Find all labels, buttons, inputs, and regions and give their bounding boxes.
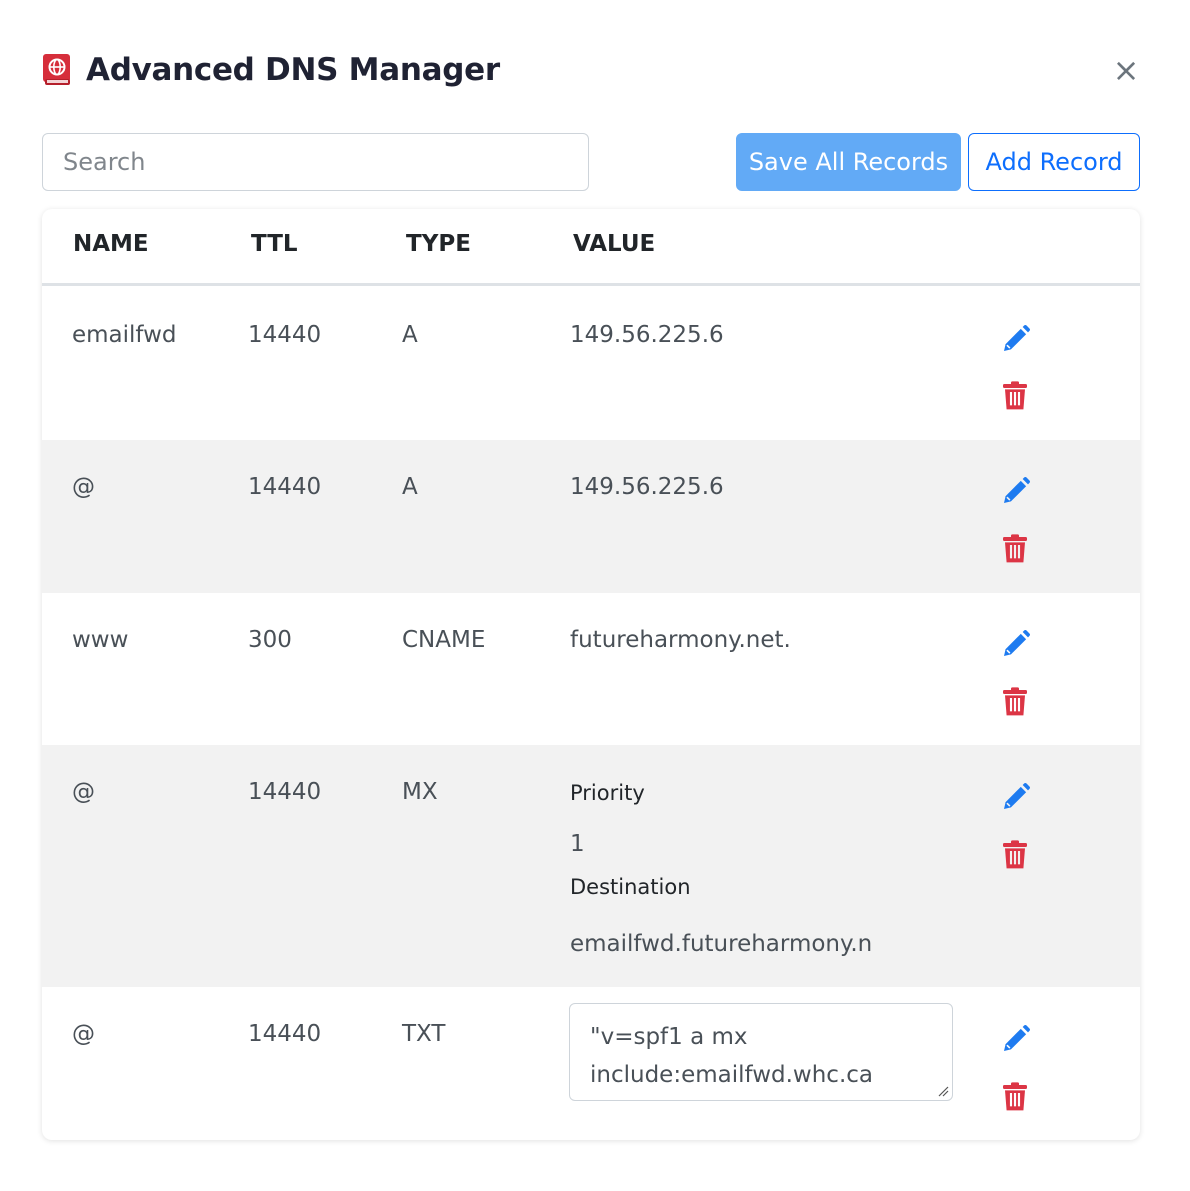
trash-icon[interactable] — [999, 1081, 1031, 1113]
pencil-icon[interactable] — [1000, 475, 1032, 507]
record-name: www — [72, 627, 129, 653]
txt-value-text: "v=spf1 a mx include:emailfwd.whc.ca ~al… — [590, 1024, 874, 1088]
record-type: A — [402, 474, 418, 500]
pencil-icon[interactable] — [1000, 1023, 1032, 1055]
record-value: 149.56.225.6 — [570, 322, 724, 348]
txt-value-textarea[interactable]: "v=spf1 a mx include:emailfwd.whc.ca ~al… — [569, 1003, 953, 1101]
trash-icon[interactable] — [999, 533, 1031, 565]
column-header-value: VALUE — [573, 231, 656, 257]
resize-grip-icon[interactable] — [937, 1085, 949, 1097]
column-header-type: TYPE — [406, 231, 471, 257]
search-input[interactable] — [42, 133, 589, 191]
trash-icon[interactable] — [999, 380, 1031, 412]
record-value: futureharmony.net. — [570, 627, 791, 653]
table-row: @ 14440 MX Priority 1 Destination emailf… — [42, 745, 1140, 987]
record-ttl: 300 — [248, 627, 292, 653]
record-name: emailfwd — [72, 322, 177, 348]
pencil-icon[interactable] — [1000, 323, 1032, 355]
trash-icon[interactable] — [999, 686, 1031, 718]
record-type: CNAME — [402, 627, 486, 653]
record-name: @ — [72, 779, 95, 805]
table-row: www 300 CNAME futureharmony.net. — [42, 593, 1140, 745]
pencil-icon[interactable] — [1000, 628, 1032, 660]
record-ttl: 14440 — [248, 779, 322, 805]
modal-header: Advanced DNS Manager — [42, 46, 500, 94]
table-header: NAME TTL TYPE VALUE — [42, 209, 1140, 286]
priority-value: 1 — [570, 831, 585, 857]
pencil-icon[interactable] — [1000, 781, 1032, 813]
record-value: 149.56.225.6 — [570, 474, 724, 500]
record-type: A — [402, 322, 418, 348]
column-header-ttl: TTL — [251, 231, 298, 257]
column-header-name: NAME — [73, 231, 149, 257]
table-row: emailfwd 14440 A 149.56.225.6 — [42, 288, 1140, 440]
table-row: @ 14440 TXT "v=spf1 a mx include:emailfw… — [42, 987, 1140, 1140]
record-name: @ — [72, 474, 95, 500]
record-name: @ — [72, 1021, 95, 1047]
page-title: Advanced DNS Manager — [86, 52, 500, 88]
record-type: TXT — [402, 1021, 446, 1047]
dns-records-table: NAME TTL TYPE VALUE emailfwd 14440 A 149… — [42, 209, 1140, 1140]
close-icon[interactable]: × — [1110, 52, 1142, 88]
record-ttl: 14440 — [248, 1021, 322, 1047]
priority-label: Priority — [570, 781, 645, 805]
save-all-records-button[interactable]: Save All Records — [736, 133, 961, 191]
add-record-button[interactable]: Add Record — [968, 133, 1140, 191]
destination-label: Destination — [570, 875, 691, 899]
table-row: @ 14440 A 149.56.225.6 — [42, 440, 1140, 593]
trash-icon[interactable] — [999, 839, 1031, 871]
record-type: MX — [402, 779, 438, 805]
dns-manager-modal: Advanced DNS Manager × Save All Records … — [0, 0, 1190, 1191]
globe-book-icon — [43, 54, 70, 85]
destination-value: emailfwd.futureharmony.n — [570, 931, 873, 957]
record-ttl: 14440 — [248, 322, 322, 348]
record-ttl: 14440 — [248, 474, 322, 500]
